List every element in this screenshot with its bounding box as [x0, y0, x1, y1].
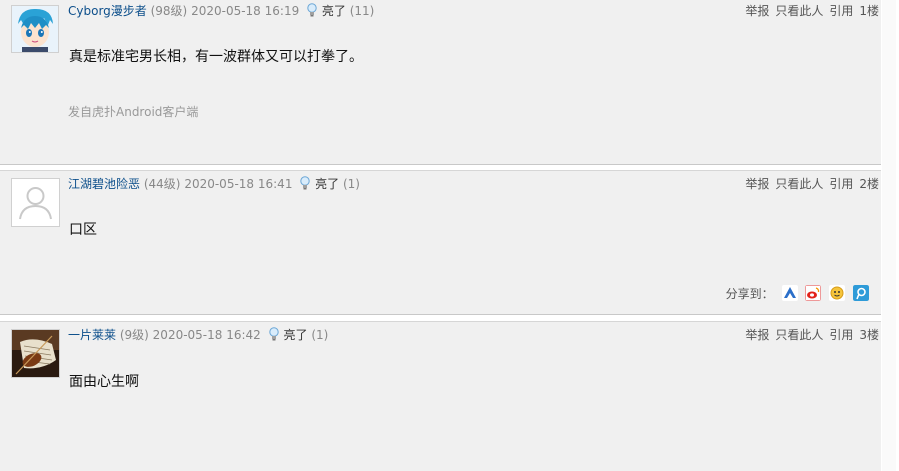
post-time: 2020-05-18 16:41 [184, 177, 293, 191]
post-content: 真是标准宅男长相，有一波群体又可以打拳了。 [69, 49, 363, 65]
post-meta: Cyborg漫步者 (98级) 2020-05-18 16:19 亮了 (11) [68, 2, 374, 20]
post-meta: 一片莱莱 (9级) 2020-05-18 16:42 亮了 (1) [68, 326, 328, 344]
report-link[interactable]: 举报 [745, 328, 769, 342]
post-floor-1: Cyborg漫步者 (98级) 2020-05-18 16:19 亮了 (11)… [0, 0, 881, 165]
light-count: (1) [311, 328, 329, 342]
share-bar: 分享到： [726, 285, 869, 303]
user-level: (44级) [143, 177, 181, 191]
scrollbar[interactable] [881, 0, 899, 471]
lightbulb-icon[interactable] [268, 327, 280, 341]
avatar[interactable] [11, 178, 60, 227]
default-user-icon [12, 179, 59, 226]
post-time: 2020-05-18 16:19 [191, 4, 300, 18]
light-button[interactable]: 亮了 [315, 177, 339, 191]
lightbulb-icon[interactable] [306, 3, 318, 17]
light-count: (11) [349, 4, 375, 18]
only-this-user-link[interactable]: 只看此人 [775, 177, 823, 191]
user-level: (98级) [150, 4, 188, 18]
light-button[interactable]: 亮了 [322, 4, 346, 18]
post-time: 2020-05-18 16:42 [152, 328, 261, 342]
violin-photo-icon [12, 330, 59, 377]
scrollbar-track[interactable] [882, 0, 896, 471]
report-link[interactable]: 举报 [745, 177, 769, 191]
username-link[interactable]: Cyborg漫步者 [68, 4, 147, 18]
floor-number: 3楼 [859, 328, 879, 342]
light-count: (1) [342, 177, 360, 191]
lightbulb-icon[interactable] [299, 176, 311, 190]
share-label: 分享到： [725, 287, 774, 301]
username-link[interactable]: 江湖碧池险恶 [68, 177, 140, 191]
divider [0, 321, 881, 322]
tencent-weibo-icon[interactable] [853, 285, 869, 301]
post-content: 口区 [69, 222, 97, 238]
report-link[interactable]: 举报 [745, 4, 769, 18]
quote-link[interactable]: 引用 [829, 4, 853, 18]
post-actions: 举报 只看此人 引用 1楼 [739, 2, 879, 20]
user-level: (9级) [119, 328, 149, 342]
floor-number: 2楼 [859, 177, 879, 191]
divider [0, 170, 881, 171]
weibo-icon[interactable] [805, 285, 822, 301]
thread-list: Cyborg漫步者 (98级) 2020-05-18 16:19 亮了 (11)… [0, 0, 881, 471]
username-link[interactable]: 一片莱莱 [68, 328, 116, 342]
only-this-user-link[interactable]: 只看此人 [775, 4, 823, 18]
avatar[interactable] [11, 329, 60, 378]
baidu-icon[interactable] [781, 285, 798, 301]
post-floor-3: 一片莱莱 (9级) 2020-05-18 16:42 亮了 (1) 举报 只看此人… [0, 321, 881, 471]
only-this-user-link[interactable]: 只看此人 [775, 328, 823, 342]
post-actions: 举报 只看此人 引用 3楼 [739, 326, 879, 344]
avatar[interactable] [11, 5, 59, 53]
post-content: 面由心生啊 [69, 374, 139, 390]
qzone-icon[interactable] [829, 285, 846, 301]
quote-link[interactable]: 引用 [829, 177, 853, 191]
post-meta: 江湖碧池险恶 (44级) 2020-05-18 16:41 亮了 (1) [68, 175, 360, 193]
light-button[interactable]: 亮了 [283, 328, 307, 342]
post-actions: 举报 只看此人 引用 2楼 [739, 175, 879, 193]
quote-link[interactable]: 引用 [829, 328, 853, 342]
post-floor-2: 江湖碧池险恶 (44级) 2020-05-18 16:41 亮了 (1) 举报只… [0, 170, 881, 315]
anime-avatar-icon [12, 6, 58, 52]
post-source[interactable]: 发自虎扑Android客户端 [68, 104, 198, 120]
floor-number: 1楼 [859, 4, 879, 18]
